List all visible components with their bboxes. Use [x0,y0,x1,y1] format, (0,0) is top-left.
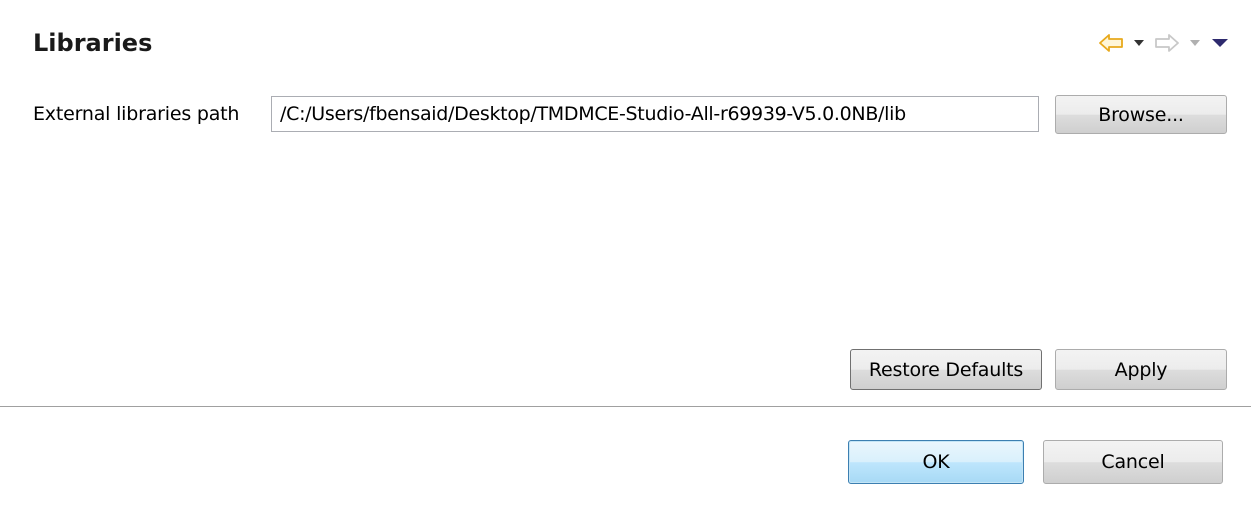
forward-button[interactable] [1155,28,1179,58]
back-arrow-icon [1099,34,1123,52]
page-header: Libraries [0,0,1251,86]
view-menu-icon [1212,39,1228,47]
cancel-button[interactable]: Cancel [1043,440,1223,484]
ok-button[interactable]: OK [848,440,1024,484]
chevron-down-icon [1134,40,1144,46]
external-libraries-path-input[interactable] [271,96,1039,132]
back-history-dropdown[interactable] [1133,28,1145,58]
apply-button[interactable]: Apply [1055,349,1227,390]
external-libraries-path-label: External libraries path [33,103,240,125]
restore-defaults-button[interactable]: Restore Defaults [850,349,1042,390]
chevron-down-icon [1190,40,1200,46]
back-button[interactable] [1099,28,1123,58]
dialog-separator [0,406,1251,408]
preferences-page: Libraries External libraries path /C:/Us… [0,0,1251,506]
navigation-toolbar [1099,28,1229,58]
forward-arrow-icon [1155,34,1179,52]
view-menu-button[interactable] [1211,28,1229,58]
forward-history-dropdown[interactable] [1189,28,1201,58]
browse-button[interactable]: Browse... [1055,95,1227,134]
page-title: Libraries [33,29,153,57]
